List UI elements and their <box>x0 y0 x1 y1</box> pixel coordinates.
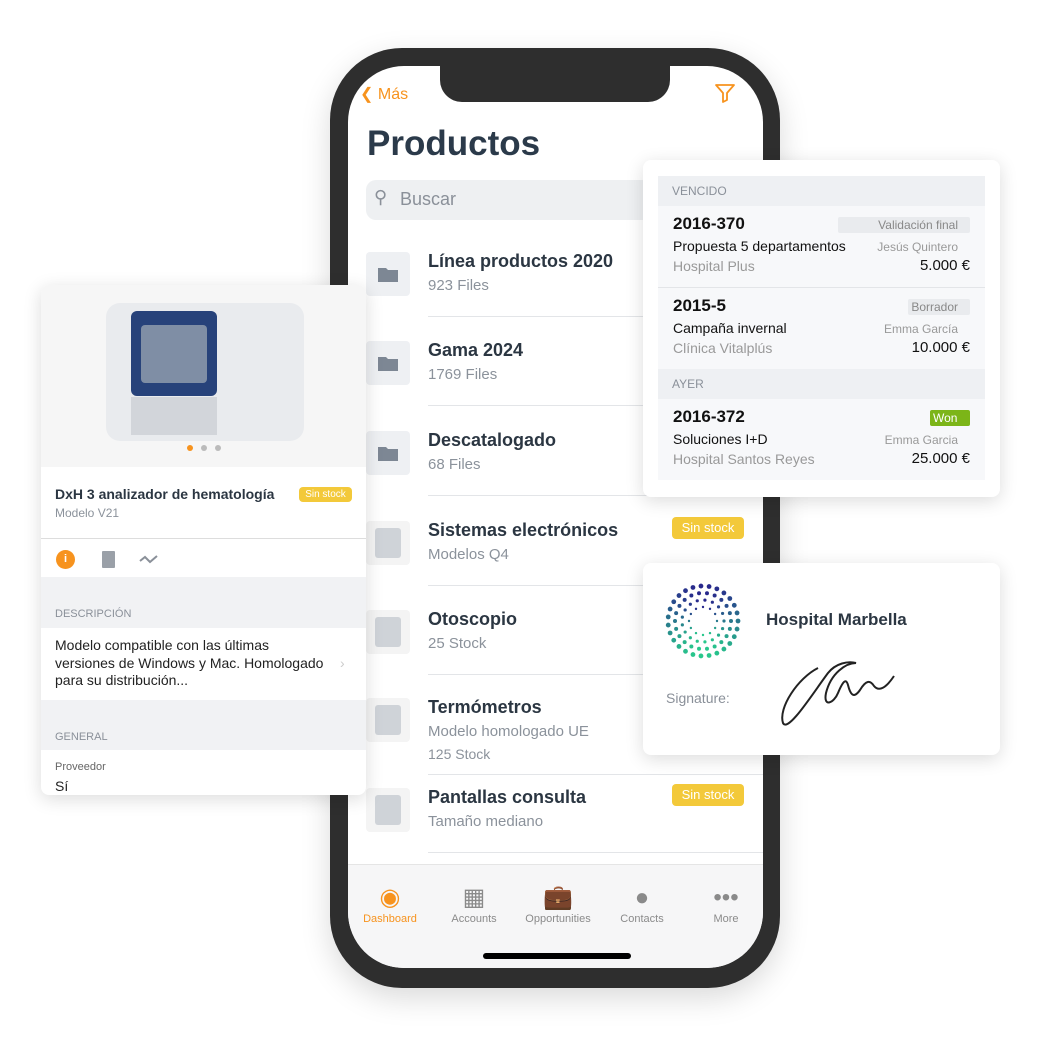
item-subtitle: 923 Files <box>428 277 489 294</box>
section-header: AYER <box>658 369 985 399</box>
hospital-logo <box>665 583 741 659</box>
opportunity-row[interactable]: 2015-5 Campaña invernal Clínica Vitalplú… <box>658 288 985 369</box>
signature-card: Hospital Marbella Signature: <box>643 563 1000 755</box>
thermometer-image <box>366 698 410 742</box>
divider <box>428 774 763 775</box>
product-image <box>41 285 366 467</box>
tab-dashboard[interactable]: ◉ Dashboard <box>348 883 432 925</box>
status-badge: Borrador <box>908 299 970 315</box>
info-icon[interactable]: i <box>56 550 75 569</box>
hospital-name: Hospital Marbella <box>766 610 907 629</box>
opportunity-amount: 10.000 € <box>911 339 970 356</box>
product-detail-card: DxH 3 analizador de hematología Modelo V… <box>41 285 366 795</box>
item-title: Descatalogado <box>428 430 557 450</box>
opportunity-person: Jesús Quintero <box>877 240 958 254</box>
tab-more[interactable]: ••• More <box>684 883 763 925</box>
notch <box>440 66 670 102</box>
signature-label: Signature: <box>666 690 730 706</box>
item-subtitle: Modelos Q4 <box>428 546 509 563</box>
carousel-dot[interactable] <box>201 445 207 451</box>
status-badge: Won <box>930 410 970 426</box>
chevron-left-icon: ❮ <box>360 86 374 103</box>
search-input[interactable]: ⚲ Buscar <box>366 180 666 220</box>
activity-icon[interactable] <box>139 553 159 565</box>
item-title: Pantallas consulta <box>428 787 587 807</box>
filter-icon[interactable] <box>714 82 736 110</box>
opportunity-amount: 25.000 € <box>911 450 970 467</box>
list-item[interactable]: Pantallas consulta Tamaño mediano Sin st… <box>348 776 763 865</box>
stock-badge: Sin stock <box>672 784 744 806</box>
provider-label: Proveedor <box>55 761 106 773</box>
provider-value: Sí <box>55 778 69 794</box>
document-icon[interactable] <box>102 551 115 568</box>
carousel-dot-active[interactable] <box>187 445 193 451</box>
divider <box>428 852 763 853</box>
opportunity-client: Clínica Vitalplús <box>673 340 773 356</box>
opportunity-row[interactable]: 2016-372 Soluciones I+D Hospital Santos … <box>658 399 985 480</box>
back-button[interactable]: ❮ Más <box>360 84 408 104</box>
stock-badge: Sin stock <box>672 517 744 539</box>
item-subtitle: Modelo homologado UE <box>428 723 589 740</box>
opportunities-card: VENCIDO 2016-370 Propuesta 5 departament… <box>643 160 1000 497</box>
more-icon: ••• <box>713 884 739 911</box>
search-placeholder: Buscar <box>400 189 457 209</box>
item-subtitle: 1769 Files <box>428 366 498 383</box>
opportunity-amount: 5.000 € <box>919 257 970 274</box>
item-title: Termómetros <box>428 697 542 717</box>
signature-image <box>781 661 895 726</box>
person-icon: ● <box>634 884 650 911</box>
dashboard-icon: ◉ <box>379 884 401 911</box>
opportunity-row[interactable]: 2016-370 Propuesta 5 departamentos Hospi… <box>658 206 985 288</box>
general-header: GENERAL <box>55 731 108 743</box>
building-icon: ▦ <box>462 884 486 911</box>
status-badge: Validación final <box>838 217 970 233</box>
opportunity-person: Emma Garcia <box>884 433 958 447</box>
tab-label: Accounts <box>451 913 497 925</box>
opportunity-client: Hospital Santos Reyes <box>673 451 815 467</box>
product-model: Modelo V21 <box>55 506 120 520</box>
opportunity-desc: Soluciones I+D <box>673 431 768 447</box>
otoscope-image <box>366 610 410 654</box>
opportunity-id: 2016-372 <box>673 407 745 426</box>
folder-icon <box>366 252 410 296</box>
section-header: VENCIDO <box>658 176 985 206</box>
description-text[interactable]: Modelo compatible con las últimas versio… <box>55 637 325 690</box>
ultrasound-image <box>366 788 410 832</box>
opportunity-client: Hospital Plus <box>673 258 755 274</box>
item-title: Otoscopio <box>428 609 517 629</box>
chevron-right-icon[interactable]: › <box>340 655 345 671</box>
opportunity-id: 2015-5 <box>673 296 726 315</box>
item-title: Sistemas electrónicos <box>428 520 619 540</box>
search-icon: ⚲ <box>374 187 388 207</box>
product-name: DxH 3 analizador de hematología <box>55 486 275 502</box>
item-title: Gama 2024 <box>428 340 524 360</box>
tab-label: Contacts <box>620 913 664 925</box>
page-title: Productos <box>367 124 541 163</box>
folder-icon <box>366 341 410 385</box>
opportunity-desc: Propuesta 5 departamentos <box>673 238 846 254</box>
home-indicator <box>483 953 631 959</box>
description-header: DESCRIPCIÓN <box>55 608 132 620</box>
opportunity-person: Emma García <box>883 322 958 336</box>
tab-contacts[interactable]: ● Contacts <box>600 883 684 925</box>
stock-badge: Sin stock <box>299 487 352 502</box>
tab-label: More <box>713 913 739 925</box>
item-subtitle: 68 Files <box>428 456 481 473</box>
item-title: Línea productos 2020 <box>428 251 614 271</box>
tab-accounts[interactable]: ▦ Accounts <box>432 883 516 925</box>
item-subtitle: Tamaño mediano <box>428 813 544 830</box>
folder-icon <box>366 431 410 475</box>
item-subtitle: 25 Stock <box>428 635 487 652</box>
briefcase-icon: 💼 <box>543 884 573 911</box>
opportunity-id: 2016-370 <box>673 214 745 233</box>
item-subtitle-2: 125 Stock <box>428 746 491 762</box>
opportunity-desc: Campaña invernal <box>673 320 787 336</box>
tab-opportunities[interactable]: 💼 Opportunities <box>516 883 600 925</box>
tab-label: Opportunities <box>525 913 591 925</box>
back-label: Más <box>377 86 409 103</box>
carousel-dot[interactable] <box>215 445 221 451</box>
monitor-device-image <box>366 521 410 565</box>
tab-label: Dashboard <box>363 913 417 925</box>
